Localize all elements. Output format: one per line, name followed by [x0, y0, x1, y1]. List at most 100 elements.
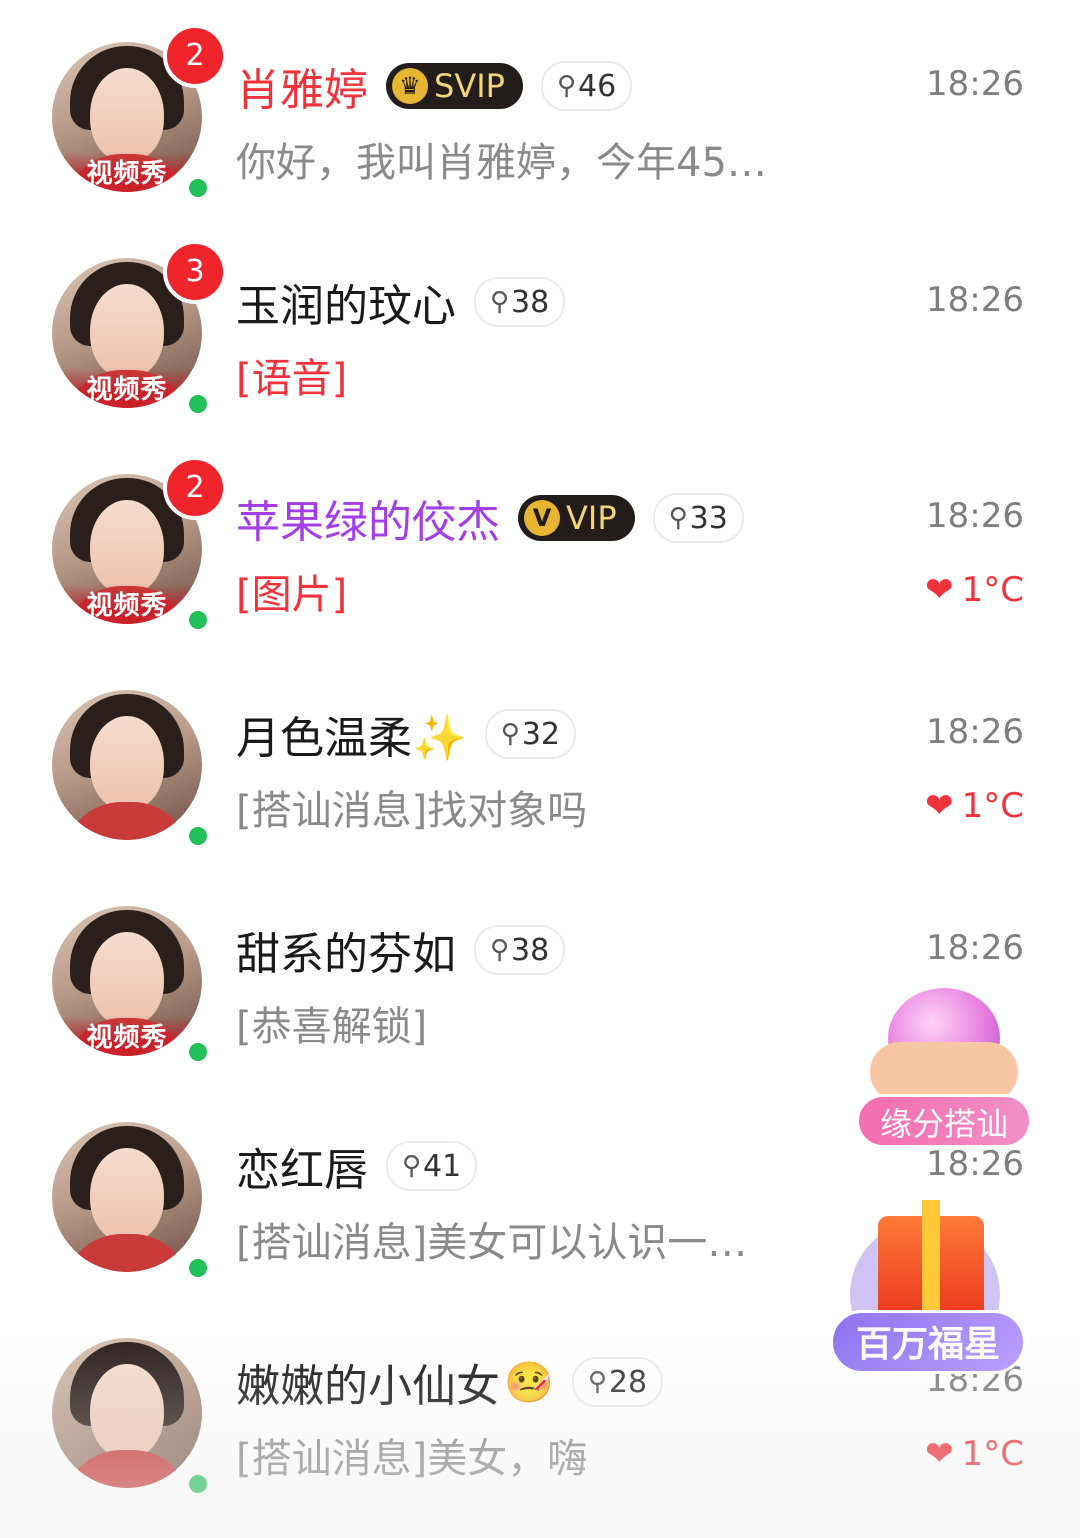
contact-name: 嫩嫩的小仙女: [236, 1361, 500, 1412]
name-line: 嫩嫩的小仙女 🤒 ⚲ 28: [236, 1344, 664, 1420]
female-symbol-icon: ⚲: [556, 71, 576, 101]
level-badge: ⚲ 46: [540, 61, 633, 111]
level-value: 38: [511, 284, 550, 320]
level-badge: ⚲ 32: [484, 709, 577, 759]
message-time: 18:26: [926, 928, 1024, 968]
vip-label: VIP: [566, 499, 617, 537]
avatar-container[interactable]: [52, 1338, 210, 1496]
vip-badge: V VIP: [518, 495, 635, 541]
female-symbol-icon: ⚲: [490, 935, 510, 965]
level-badge: ⚲ 41: [386, 1141, 478, 1191]
female-symbol-icon: ⚲: [402, 1151, 422, 1181]
sick-face-icon: 🤒: [504, 1359, 554, 1406]
avatar-body: [62, 1234, 192, 1272]
last-message: [恭喜解锁]: [236, 1004, 428, 1050]
name-line: 苹果绿的佼杰 V VIP ⚲ 33: [236, 480, 744, 556]
avatar-face: [90, 284, 164, 378]
avatar-face: [90, 932, 164, 1026]
match-widget[interactable]: 缘分搭讪: [856, 980, 1032, 1152]
avatar[interactable]: [52, 1122, 202, 1272]
video-show-tag: 视频秀: [52, 368, 202, 408]
message-time: 18:26: [926, 712, 1024, 752]
temperature-value: 1°C: [961, 570, 1024, 610]
avatar[interactable]: 视频秀: [52, 906, 202, 1056]
avatar-face: [90, 500, 164, 594]
female-symbol-icon: ⚲: [668, 503, 688, 533]
intimacy-temperature: ❤ 1°C: [925, 570, 1024, 610]
avatar[interactable]: [52, 690, 202, 840]
gift-ribbon-icon: [922, 1200, 940, 1326]
match-label: 缘分搭讪: [856, 1094, 1032, 1148]
level-value: 28: [608, 1364, 648, 1400]
conversation-row[interactable]: 视频秀 2 肖雅婷 ♛ SVIP ⚲ 46 18:26 你好，我叫肖雅婷，今年45…: [0, 12, 1080, 228]
female-symbol-icon: ⚲: [587, 1367, 607, 1397]
online-dot-icon: [186, 1256, 210, 1280]
intimacy-temperature: ❤ 1°C: [925, 1434, 1024, 1474]
online-dot-icon: [186, 608, 210, 632]
temperature-value: 1°C: [961, 1434, 1024, 1474]
last-message: [搭讪消息]美女可以认识一…: [236, 1220, 748, 1266]
name-line: 甜系的芬如 ⚲ 38: [236, 912, 566, 988]
last-message: [搭讪消息]找对象吗: [236, 788, 588, 834]
heart-icon: ❤: [925, 786, 954, 826]
contact-name: 月色温柔✨: [236, 713, 467, 764]
online-dot-icon: [186, 1040, 210, 1064]
avatar-face: [90, 1364, 164, 1458]
avatar-face: [90, 68, 164, 162]
avatar-container[interactable]: 视频秀: [52, 906, 210, 1064]
unread-badge: 3: [163, 240, 227, 304]
avatar-container[interactable]: 视频秀 2: [52, 24, 227, 200]
conversation-row[interactable]: 月色温柔✨ ⚲ 32 18:26 [搭讪消息]找对象吗 ❤ 1°C: [0, 660, 1080, 876]
vip-label: SVIP: [434, 67, 505, 105]
online-dot-icon: [186, 824, 210, 848]
conversation-row[interactable]: 视频秀 3 玉润的玟心 ⚲ 38 18:26 [语音]: [0, 228, 1080, 444]
avatar-container[interactable]: [52, 1122, 210, 1280]
contact-name: 甜系的芬如: [236, 929, 456, 980]
temperature-value: 1°C: [961, 786, 1024, 826]
message-time: 18:26: [926, 496, 1024, 536]
video-show-tag: 视频秀: [52, 1016, 202, 1056]
vip-badge: ♛ SVIP: [386, 63, 523, 109]
unread-badge: 2: [163, 24, 227, 88]
conversation-row[interactable]: 视频秀 2 苹果绿的佼杰 V VIP ⚲ 33 18:26 [图片] ❤ 1°C: [0, 444, 1080, 660]
female-symbol-icon: ⚲: [500, 719, 520, 749]
avatar-container[interactable]: 视频秀 2: [52, 456, 227, 632]
level-value: 33: [689, 500, 728, 536]
name-line: 玉润的玟心 ⚲ 38: [236, 264, 566, 340]
level-value: 46: [577, 68, 617, 104]
online-dot-icon: [186, 176, 210, 200]
level-badge: ⚲ 33: [652, 493, 744, 543]
name-line: 月色温柔✨ ⚲ 32: [236, 696, 577, 772]
level-badge: ⚲ 28: [571, 1357, 664, 1407]
gift-label: 百万福星: [830, 1310, 1026, 1374]
level-badge: ⚲ 38: [474, 925, 566, 975]
female-symbol-icon: ⚲: [490, 287, 510, 317]
contact-name: 玉润的玟心: [236, 281, 456, 332]
last-message: [图片]: [236, 572, 348, 618]
hands-icon: [870, 1042, 1018, 1102]
avatar-face: [90, 716, 164, 810]
crown-icon: ♛: [392, 68, 428, 104]
last-message: [搭讪消息]美女，嗨: [236, 1436, 588, 1482]
last-message: 你好，我叫肖雅婷，今年45…: [236, 140, 767, 186]
level-value: 32: [521, 716, 561, 752]
contact-name: 肖雅婷: [236, 65, 368, 116]
gift-widget[interactable]: 百万福星: [830, 1190, 1026, 1380]
avatar-body: [62, 802, 192, 840]
avatar[interactable]: [52, 1338, 202, 1488]
avatar-container[interactable]: [52, 690, 210, 848]
avatar-body: [62, 1450, 192, 1488]
avatar-container[interactable]: 视频秀 3: [52, 240, 227, 416]
intimacy-temperature: ❤ 1°C: [925, 786, 1024, 826]
contact-name: 恋红唇: [236, 1145, 368, 1196]
v-icon: V: [524, 500, 560, 536]
level-value: 38: [511, 932, 550, 968]
level-badge: ⚲ 38: [474, 277, 566, 327]
name-line: 恋红唇 ⚲ 41: [236, 1128, 478, 1204]
video-show-tag: 视频秀: [52, 152, 202, 192]
video-show-tag: 视频秀: [52, 584, 202, 624]
message-time: 18:26: [926, 280, 1024, 320]
last-message: [语音]: [236, 356, 348, 402]
heart-icon: ❤: [925, 1434, 954, 1474]
level-value: 41: [423, 1148, 462, 1184]
